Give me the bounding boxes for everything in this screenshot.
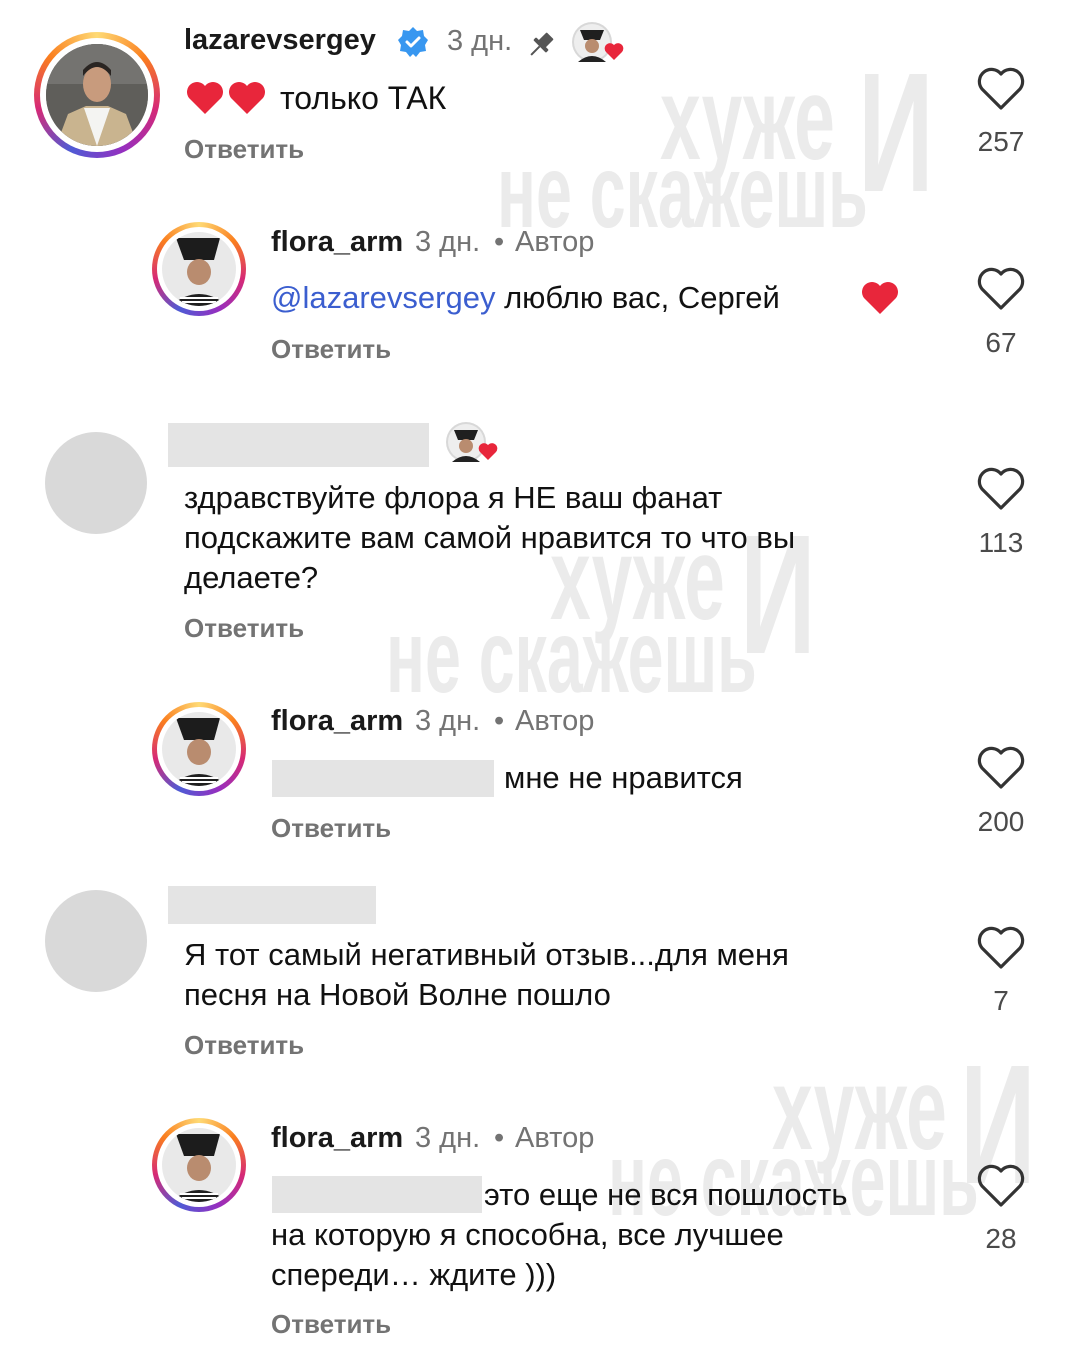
avatar-photo xyxy=(162,712,236,786)
comment-time: 3 дн. xyxy=(415,705,481,737)
mention-link[interactable]: @lazarevsergey xyxy=(271,280,495,315)
watermark: не скажешь xyxy=(386,599,757,715)
like-count: 7 xyxy=(993,985,1009,1016)
avatar[interactable] xyxy=(45,432,147,534)
separator-dot: • xyxy=(494,226,505,258)
author-badge: Автор xyxy=(515,226,595,258)
avatar-photo xyxy=(46,44,148,146)
pin-icon xyxy=(524,28,558,62)
comment-text: здравствуйте флора я НЕ ваш фанат подска… xyxy=(184,480,796,595)
creator-liked-icon xyxy=(570,20,624,66)
author-badge: Автор xyxy=(515,1122,595,1154)
like-count: 113 xyxy=(978,527,1024,558)
separator-dot: • xyxy=(494,705,505,737)
comment-time: 3 дн. xyxy=(415,226,481,258)
like-count: 67 xyxy=(985,327,1017,358)
comment-username[interactable]: flora_arm xyxy=(271,705,403,738)
separator-dot: • xyxy=(494,1122,505,1154)
reply-button[interactable]: Ответить xyxy=(271,813,391,844)
reply-button[interactable]: Ответить xyxy=(184,1030,304,1061)
reply-button[interactable]: Ответить xyxy=(184,613,304,644)
like-count: 257 xyxy=(977,126,1025,157)
verified-badge-icon xyxy=(396,25,430,59)
like-heart-icon[interactable] xyxy=(976,925,1026,971)
redacted-username xyxy=(168,886,376,924)
watermark-letter: И xyxy=(858,38,934,228)
avatar[interactable] xyxy=(45,890,147,992)
red-heart-emoji-icon xyxy=(860,280,900,316)
watermark: хуже xyxy=(660,53,835,185)
heart-emoji-icon xyxy=(185,80,269,116)
like-heart-icon[interactable] xyxy=(976,466,1026,512)
comment-time: 3 дн. xyxy=(447,25,513,57)
redacted-mention xyxy=(272,760,494,797)
like-heart-icon[interactable] xyxy=(976,1163,1026,1209)
comment-text: только ТАК xyxy=(280,80,447,116)
author-badge: Автор xyxy=(515,705,595,737)
like-count: 28 xyxy=(985,1223,1017,1254)
avatar-photo xyxy=(162,1128,236,1202)
comment-text: Я тот самый негативный отзыв...для меня … xyxy=(184,937,789,1012)
reply-button[interactable]: Ответить xyxy=(271,334,391,365)
comment-text: мне не нравится xyxy=(504,760,743,795)
like-heart-icon[interactable] xyxy=(976,66,1026,112)
reply-button[interactable]: Ответить xyxy=(184,134,304,165)
like-heart-icon[interactable] xyxy=(976,745,1026,791)
creator-liked-icon xyxy=(444,420,498,466)
redacted-username xyxy=(168,423,429,467)
avatar-photo xyxy=(162,232,236,306)
like-heart-icon[interactable] xyxy=(976,266,1026,312)
comment-username[interactable]: flora_arm xyxy=(271,226,403,259)
comment-username[interactable]: flora_arm xyxy=(271,1122,403,1155)
comment-text: люблю вас, Сергей xyxy=(504,280,780,315)
comment-time: 3 дн. xyxy=(415,1122,481,1154)
comment-text: это еще не вся пошлость на которую я спо… xyxy=(271,1177,848,1292)
like-count: 200 xyxy=(977,806,1025,837)
comment-username[interactable]: lazarevsergey xyxy=(184,24,376,57)
reply-button[interactable]: Ответить xyxy=(271,1309,391,1340)
watermark: хуже xyxy=(772,1043,947,1175)
